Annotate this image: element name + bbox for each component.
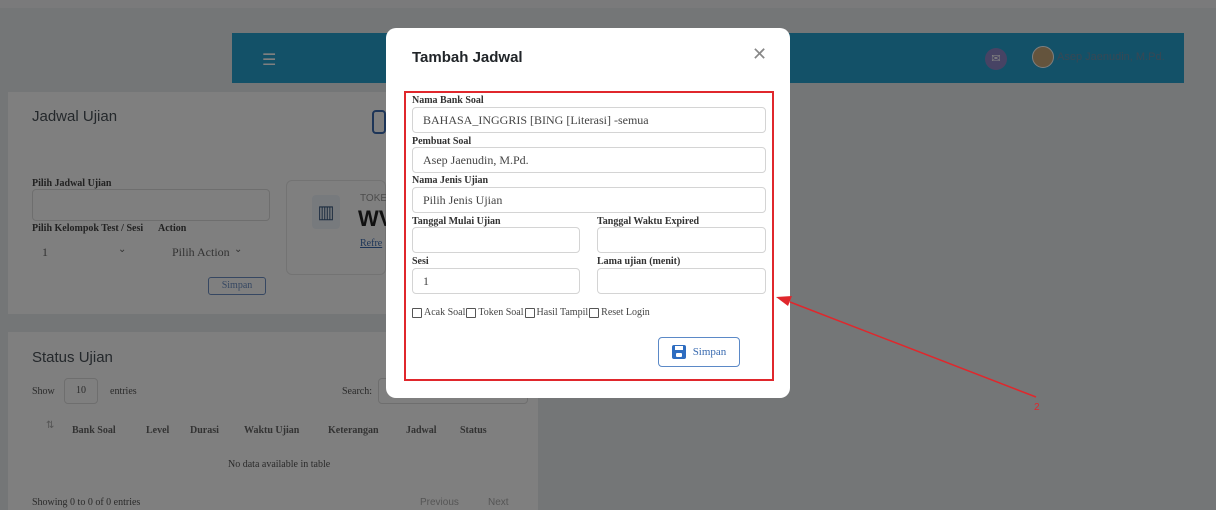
annotation-number: 2 xyxy=(1034,402,1040,413)
annotation-arrow xyxy=(776,296,1037,398)
